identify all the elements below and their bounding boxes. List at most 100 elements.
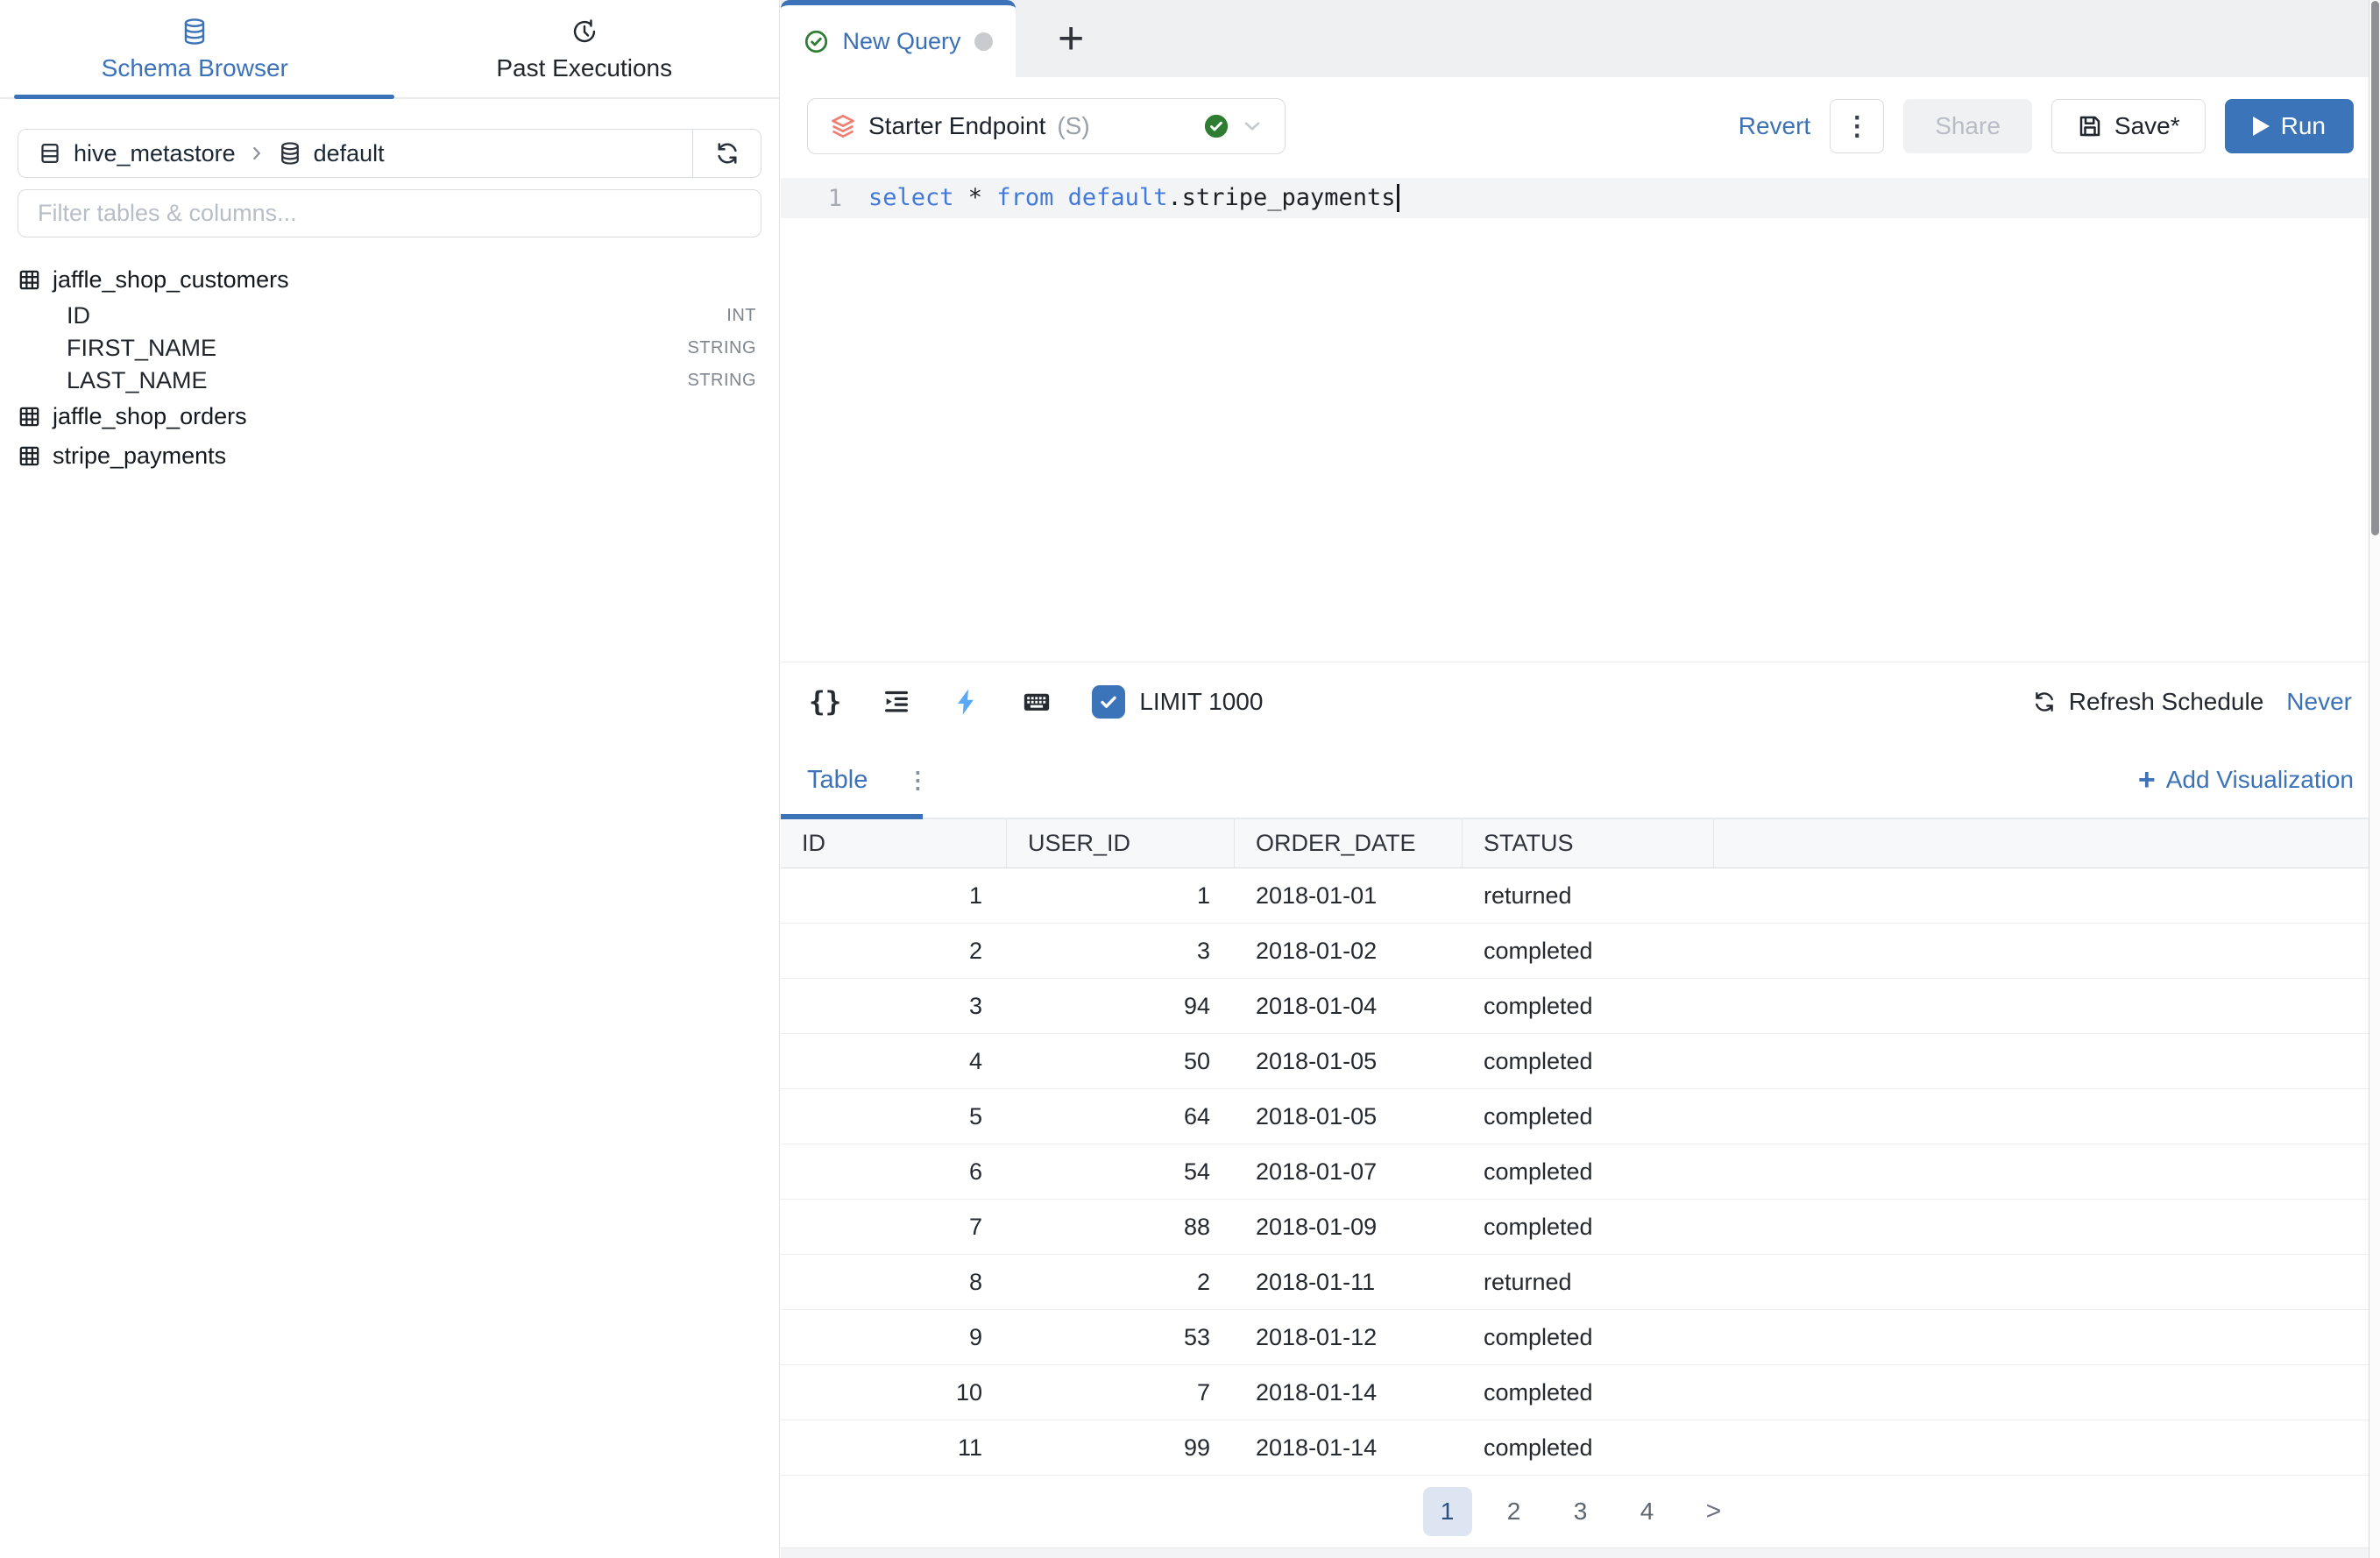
sql-editor[interactable]: 1 select * from default.stripe_payments: [781, 175, 2380, 662]
table-row: 1 1 2018-01-01 returned: [781, 868, 2380, 924]
tab-new-query[interactable]: New Query: [781, 0, 1016, 77]
floppy-save-icon: [2077, 113, 2103, 139]
unsaved-indicator-dot: [974, 32, 993, 51]
cell-user-id: 53: [1007, 1324, 1235, 1351]
table-row: 7 88 2018-01-09 completed: [781, 1200, 2380, 1255]
refresh-schedule-value[interactable]: Never: [2286, 688, 2352, 716]
endpoint-status-icon: [1203, 113, 1229, 139]
add-visualization-button[interactable]: + Add Visualization: [2138, 765, 2354, 795]
table-row: 9 53 2018-01-12 completed: [781, 1310, 2380, 1365]
refresh-schema-button[interactable]: [692, 130, 761, 177]
limit-toggle[interactable]: LIMIT 1000: [1092, 685, 1263, 719]
column-header-status: STATUS: [1463, 819, 1714, 868]
cell-order-date: 2018-01-14: [1235, 1379, 1463, 1406]
live-autocomplete-button[interactable]: [952, 687, 981, 717]
column-header-user-id: USER_ID: [1007, 819, 1235, 868]
page-button-4[interactable]: 4: [1623, 1487, 1672, 1536]
cell-status: completed: [1463, 1214, 1714, 1241]
column-type: STRING: [687, 371, 761, 391]
limit-checkbox[interactable]: [1092, 685, 1125, 719]
column-name: LAST_NAME: [67, 367, 208, 394]
page-button-2[interactable]: 2: [1490, 1487, 1539, 1536]
scrollbar-thumb[interactable]: [2371, 1, 2379, 535]
pagination: 1 2 3 4 >: [781, 1476, 2380, 1547]
save-button-label: Save*: [2114, 112, 2180, 140]
tree-column-first-name[interactable]: FIRST_NAME STRING: [18, 332, 761, 365]
tab-table-view[interactable]: Table: [807, 766, 868, 795]
format-code-button[interactable]: {}: [809, 686, 841, 718]
column-name: FIRST_NAME: [67, 335, 216, 362]
bottom-strip: [781, 1547, 2380, 1558]
sql-editor-active-line[interactable]: 1 select * from default.stripe_payments: [781, 178, 2380, 218]
endpoint-size: (S): [1057, 112, 1089, 140]
tree-column-last-name[interactable]: LAST_NAME STRING: [18, 365, 761, 397]
cell-id: 10: [781, 1379, 1007, 1406]
cell-order-date: 2018-01-07: [1235, 1158, 1463, 1186]
cell-id: 7: [781, 1214, 1007, 1241]
revert-button[interactable]: Revert: [1739, 112, 1810, 140]
cell-order-date: 2018-01-01: [1235, 882, 1463, 910]
new-tab-button[interactable]: +: [1049, 16, 1093, 61]
cell-user-id: 2: [1007, 1269, 1235, 1296]
cell-user-id: 88: [1007, 1214, 1235, 1241]
results-table-header: ID USER_ID ORDER_DATE STATUS: [781, 819, 2380, 868]
column-type: INT: [726, 306, 761, 326]
cell-id: 9: [781, 1324, 1007, 1351]
cell-status: completed: [1463, 993, 1714, 1020]
cell-status: returned: [1463, 882, 1714, 910]
keyboard-icon: [1022, 687, 1052, 717]
table-view-kebab-icon[interactable]: ⋮: [906, 767, 929, 794]
cell-id: 3: [781, 993, 1007, 1020]
breadcrumb-schema[interactable]: default: [314, 140, 385, 167]
cell-user-id: 64: [1007, 1103, 1235, 1130]
table-row: 6 54 2018-01-07 completed: [781, 1144, 2380, 1200]
query-pane: New Query + Starter Endpoint (S): [781, 0, 2380, 1558]
refresh-icon: [714, 140, 740, 166]
kebab-icon: ⋮: [1844, 111, 1870, 142]
tab-past-executions[interactable]: Past Executions: [390, 0, 780, 99]
cell-order-date: 2018-01-09: [1235, 1214, 1463, 1241]
sidebar: Schema Browser Past Executions hive_meta…: [0, 0, 780, 1558]
cell-status: completed: [1463, 1434, 1714, 1462]
tree-table-stripe-payments[interactable]: stripe_payments: [18, 436, 761, 476]
line-number: 1: [781, 185, 868, 212]
page-button-1[interactable]: 1: [1423, 1487, 1472, 1536]
cell-id: 4: [781, 1048, 1007, 1075]
tree-column-id[interactable]: ID INT: [18, 300, 761, 332]
column-type: STRING: [687, 338, 761, 358]
sql-workbench-app: Schema Browser Past Executions hive_meta…: [0, 0, 2380, 1558]
cell-user-id: 94: [1007, 993, 1235, 1020]
plus-icon: +: [2138, 765, 2156, 795]
column-header-id: ID: [781, 819, 1007, 868]
catalog-icon: [38, 141, 62, 166]
breadcrumb[interactable]: hive_metastore default: [18, 140, 692, 167]
auto-indent-button[interactable]: [882, 687, 911, 717]
tree-table-jaffle-shop-customers[interactable]: jaffle_shop_customers: [18, 260, 761, 300]
chevron-down-icon: [1241, 115, 1264, 138]
keyboard-shortcuts-button[interactable]: [1022, 687, 1052, 717]
next-page-button[interactable]: >: [1689, 1487, 1739, 1536]
save-button[interactable]: Save*: [2051, 99, 2206, 153]
page-button-3[interactable]: 3: [1556, 1487, 1605, 1536]
breadcrumb-catalog[interactable]: hive_metastore: [74, 140, 236, 167]
cell-status: completed: [1463, 1048, 1714, 1075]
schema-icon: [278, 141, 302, 166]
filter-tables-input[interactable]: [18, 189, 761, 237]
page-scrollbar[interactable]: [2369, 0, 2380, 1558]
cell-user-id: 54: [1007, 1158, 1235, 1186]
cell-user-id: 99: [1007, 1434, 1235, 1462]
endpoint-name: Starter Endpoint: [868, 112, 1045, 140]
results-table: ID USER_ID ORDER_DATE STATUS 1 1 2018-01…: [781, 819, 2380, 1476]
share-button[interactable]: Share: [1903, 99, 2032, 153]
tab-schema-browser[interactable]: Schema Browser: [0, 0, 390, 99]
cell-status: completed: [1463, 1103, 1714, 1130]
more-actions-button[interactable]: ⋮: [1830, 99, 1884, 153]
chevron-right-icon: [247, 144, 266, 163]
refresh-schedule: Refresh Schedule Never: [2032, 688, 2352, 716]
endpoint-layers-icon: [829, 112, 857, 140]
run-button[interactable]: Run: [2225, 99, 2354, 153]
endpoint-selector[interactable]: Starter Endpoint (S): [807, 98, 1286, 154]
tab-past-executions-label: Past Executions: [496, 54, 672, 82]
table-grid-icon: [18, 444, 41, 468]
tree-table-jaffle-shop-orders[interactable]: jaffle_shop_orders: [18, 397, 761, 436]
